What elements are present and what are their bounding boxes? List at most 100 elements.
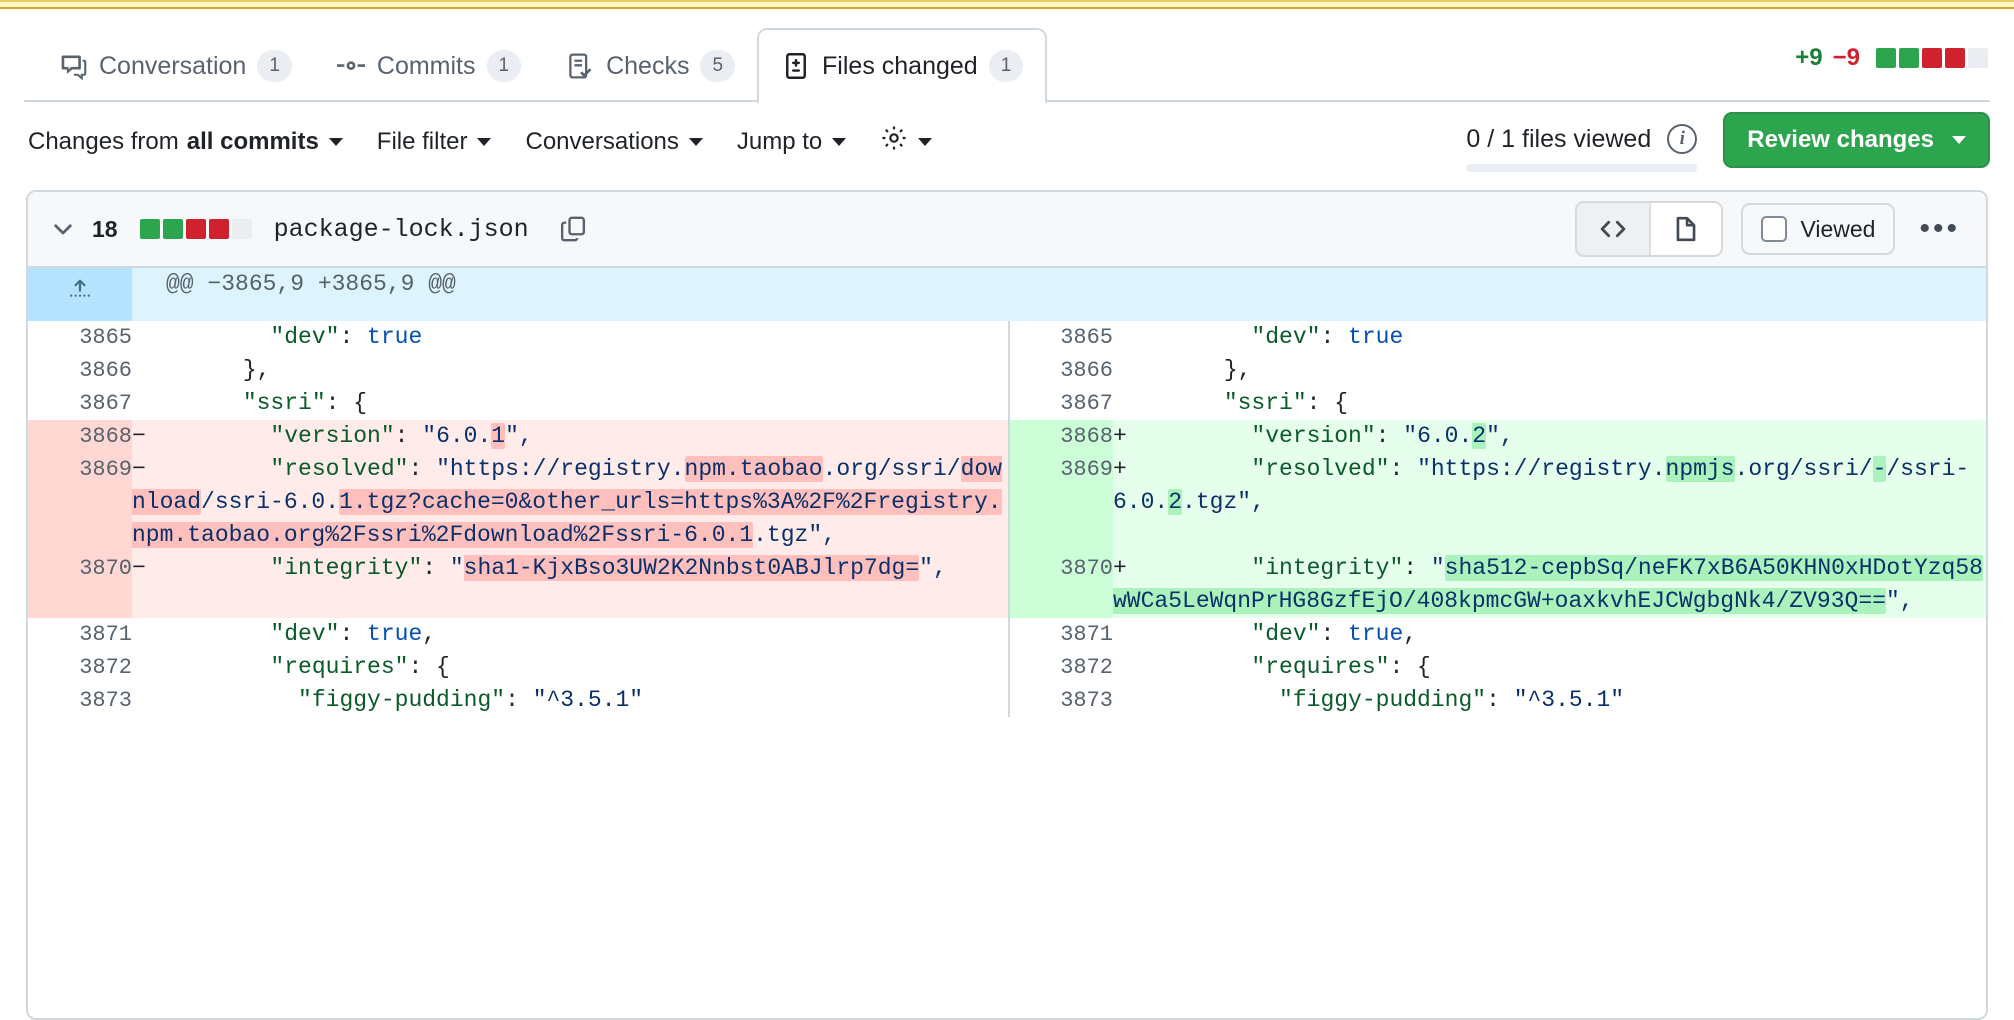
diff-code-cell[interactable]: "figgy-pudding": "^3.5.1": [1113, 684, 1988, 717]
changes-from-dropdown[interactable]: Changes from all commits: [28, 128, 343, 156]
viewed-checkbox[interactable]: [1761, 216, 1787, 242]
diff-code-cell[interactable]: − "version": "6.0.1",: [132, 420, 1009, 453]
diff-token: :: [1320, 621, 1348, 647]
copy-icon[interactable]: [559, 215, 587, 243]
diff-token: true: [367, 621, 422, 647]
line-number-right[interactable]: 3869: [1009, 453, 1113, 552]
line-number-left[interactable]: 3873: [28, 684, 132, 717]
jump-to-dropdown[interactable]: Jump to: [737, 128, 846, 156]
diff-sign: −: [132, 453, 160, 486]
diff-toolbar-right: 0 / 1 files viewed i Review changes: [1466, 112, 1990, 172]
diffstat-block: [1899, 48, 1919, 68]
diff-code-cell[interactable]: − "resolved": "https://registry.npm.taob…: [132, 453, 1009, 552]
diff-code-cell[interactable]: "requires": {: [1113, 651, 1988, 684]
tab-list: Conversation 1 Commits 1 Checks 5 Files …: [36, 28, 1047, 102]
expand-up-icon[interactable]: [28, 268, 132, 321]
line-number-right[interactable]: 3867: [1009, 387, 1113, 420]
diff-code-cell[interactable]: "dev": true,: [132, 618, 1009, 651]
diff-token: "https://registry.: [436, 456, 684, 482]
tab-checks[interactable]: Checks 5: [543, 30, 757, 102]
line-number-right[interactable]: 3871: [1009, 618, 1113, 651]
diff-word-highlight: 2: [1472, 423, 1486, 449]
viewed-checkbox-button[interactable]: Viewed: [1741, 203, 1895, 255]
diff-token: "dev": [1251, 324, 1320, 350]
chevron-down-icon: [918, 138, 932, 146]
diff-sign: [1113, 618, 1141, 651]
line-number-left[interactable]: 3865: [28, 321, 132, 354]
diff-code-cell[interactable]: "dev": true: [1113, 321, 1988, 354]
review-changes-button[interactable]: Review changes: [1723, 112, 1990, 168]
diff-sign: [132, 684, 160, 717]
diffstat-block: [1922, 48, 1942, 68]
diff-code-cell[interactable]: − "integrity": "sha1-KjxBso3UW2K2Nnbst0A…: [132, 552, 1009, 618]
diff-token: "^3.5.1": [533, 687, 643, 713]
changes-from-value: all commits: [187, 128, 319, 156]
line-number-left[interactable]: 3871: [28, 618, 132, 651]
line-number-right[interactable]: 3870: [1009, 552, 1113, 618]
line-number-right[interactable]: 3866: [1009, 354, 1113, 387]
line-number-right[interactable]: 3873: [1009, 684, 1113, 717]
diff-sign: [1113, 321, 1141, 354]
diff-code-cell[interactable]: "dev": true,: [1113, 618, 1988, 651]
diff-token: [160, 390, 243, 416]
info-icon[interactable]: i: [1667, 124, 1697, 154]
code-icon[interactable]: [1577, 203, 1649, 255]
diff-settings-dropdown[interactable]: [880, 124, 932, 159]
line-number-left[interactable]: 3869: [28, 453, 132, 552]
file-name[interactable]: package-lock.json: [274, 215, 529, 244]
tab-files-changed-label: Files changed: [822, 52, 978, 81]
diff-word-highlight: npmjs: [1666, 456, 1735, 482]
kebab-horizontal-icon[interactable]: •••: [1913, 214, 1966, 244]
file-header-actions: Viewed •••: [1575, 201, 1966, 257]
diff-sign: [1113, 387, 1141, 420]
line-number-left[interactable]: 3867: [28, 387, 132, 420]
diff-token: [160, 687, 298, 713]
diff-token: /ssri-6.0.: [201, 489, 339, 515]
line-number-left[interactable]: 3872: [28, 651, 132, 684]
conversations-dropdown[interactable]: Conversations: [525, 128, 702, 156]
diff-context-row: 3867 "ssri": {3867 "ssri": {: [28, 387, 1988, 420]
diff-token: "requires": [270, 654, 408, 680]
diff-code-cell[interactable]: },: [1113, 354, 1988, 387]
diff-token: [1141, 423, 1251, 449]
chevron-down-icon: [477, 138, 491, 146]
diff-code-cell[interactable]: "requires": {: [132, 651, 1009, 684]
diff-code-cell[interactable]: "ssri": {: [1113, 387, 1988, 420]
diff-code-cell[interactable]: "ssri": {: [132, 387, 1009, 420]
diff-sign: [132, 618, 160, 651]
file-filter-dropdown[interactable]: File filter: [377, 128, 492, 156]
tab-files-changed[interactable]: Files changed 1: [757, 28, 1047, 104]
tab-conversation[interactable]: Conversation 1: [36, 30, 314, 102]
diff-code-cell[interactable]: "figgy-pudding": "^3.5.1": [132, 684, 1009, 717]
hunk-header-row: @@ −3865,9 +3865,9 @@: [28, 268, 1988, 321]
diff-context-row: 3865 "dev": true3865 "dev": true: [28, 321, 1988, 354]
diff-token: "6.0.: [1403, 423, 1472, 449]
viewed-label: Viewed: [1800, 216, 1875, 243]
diff-code-cell[interactable]: + "integrity": "sha512-cepbSq/neFK7xB6A5…: [1113, 552, 1988, 618]
diff-code-cell[interactable]: },: [132, 354, 1009, 387]
deletions-count: −9: [1833, 44, 1860, 72]
line-number-left[interactable]: 3868: [28, 420, 132, 453]
diff-word-highlight: -: [1873, 456, 1887, 482]
file-diffstat-blocks: [140, 219, 252, 239]
diff-token: ,: [422, 621, 436, 647]
collapse-file-chevron-down-icon[interactable]: [50, 216, 76, 242]
file-diffstat-block: [186, 219, 206, 239]
diff-token: :: [1389, 456, 1417, 482]
diff-code-cell[interactable]: "dev": true: [132, 321, 1009, 354]
diff-token: "6.0.: [422, 423, 491, 449]
tab-files-changed-count: 1: [989, 50, 1024, 82]
line-number-left[interactable]: 3866: [28, 354, 132, 387]
line-number-right[interactable]: 3868: [1009, 420, 1113, 453]
diff-code-cell[interactable]: + "resolved": "https://registry.npmjs.or…: [1113, 453, 1988, 552]
line-number-left[interactable]: 3870: [28, 552, 132, 618]
file-icon[interactable]: [1649, 203, 1721, 255]
line-number-right[interactable]: 3865: [1009, 321, 1113, 354]
tab-commits[interactable]: Commits 1: [314, 30, 543, 102]
line-number-right[interactable]: 3872: [1009, 651, 1113, 684]
diff-token: [1141, 555, 1251, 581]
view-mode-toggle: [1575, 201, 1723, 257]
diff-code-cell[interactable]: + "version": "6.0.2",: [1113, 420, 1988, 453]
file-diffstat-block: [209, 219, 229, 239]
diff-token: true: [367, 324, 422, 350]
